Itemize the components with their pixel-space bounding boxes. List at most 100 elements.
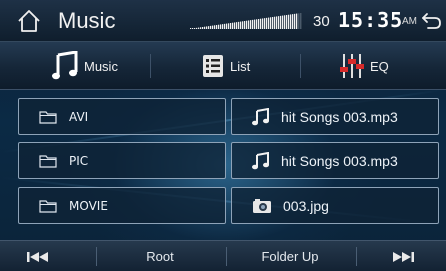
bar-divider — [356, 247, 357, 266]
volume-tick — [292, 14, 294, 29]
next-icon — [393, 251, 414, 262]
folder-icon — [39, 110, 57, 124]
volume-tick — [274, 16, 276, 29]
list-icon — [203, 55, 223, 77]
volume-tick — [224, 23, 226, 29]
volume-level-bar — [190, 13, 302, 29]
status-header: Music 30 15:35 AM — [0, 0, 446, 42]
file-item[interactable]: hit Songs 003.mp3 — [231, 142, 439, 179]
volume-tick — [214, 25, 216, 29]
volume-tick — [212, 25, 214, 29]
volume-tick — [296, 13, 298, 29]
volume-tick — [200, 27, 202, 29]
volume-tick — [258, 19, 260, 29]
folder-icon — [39, 154, 57, 168]
volume-tick — [216, 25, 218, 29]
volume-tick — [298, 13, 300, 29]
volume-tick — [220, 24, 222, 29]
volume-tick — [210, 25, 212, 29]
volume-tick — [254, 19, 256, 29]
volume-tick — [262, 18, 264, 29]
volume-tick — [270, 17, 272, 29]
tab-eq[interactable]: EQ — [340, 42, 389, 90]
bar-divider — [226, 247, 227, 266]
volume-tick — [208, 26, 210, 29]
folder-icon — [39, 199, 57, 213]
clock-time: 15:35 — [338, 8, 404, 32]
volume-tick — [276, 16, 278, 29]
volume-tick — [222, 24, 224, 29]
volume-tick — [192, 28, 194, 29]
back-arrow-icon — [422, 13, 441, 29]
volume-tick — [244, 21, 246, 29]
music-browser-screen: Music 30 15:35 AM Music List EQ AVI PIC … — [0, 0, 446, 271]
volume-tick — [218, 24, 220, 29]
volume-tick — [280, 15, 282, 29]
volume-tick — [256, 19, 258, 29]
volume-tick — [234, 22, 236, 29]
file-name: 003.jpg — [283, 197, 329, 214]
volume-tick — [264, 18, 266, 29]
folder-item-movie[interactable]: MOVIE — [18, 187, 226, 224]
volume-tick — [204, 26, 206, 29]
volume-tick — [226, 23, 228, 29]
root-label: Root — [146, 249, 174, 264]
home-button[interactable] — [16, 8, 42, 34]
volume-tick — [286, 15, 288, 29]
volume-tick — [282, 15, 284, 29]
photo-file-icon — [253, 198, 271, 213]
folder-name: AVI — [69, 109, 89, 124]
volume-tick — [236, 22, 238, 29]
folder-up-button[interactable]: Folder Up — [230, 241, 350, 271]
volume-tick — [248, 20, 250, 29]
tab-music[interactable]: Music — [52, 42, 118, 90]
page-title: Music — [58, 8, 116, 33]
bottom-control-bar: Root Folder Up — [0, 240, 446, 271]
volume-tick — [246, 20, 248, 29]
volume-tick — [250, 20, 252, 29]
volume-value: 30 — [313, 13, 330, 30]
volume-tick — [278, 16, 280, 29]
folder-up-label: Folder Up — [261, 249, 319, 264]
back-button[interactable] — [420, 10, 442, 32]
tab-divider — [150, 54, 151, 78]
tab-list-label: List — [230, 58, 251, 74]
tab-divider — [300, 54, 301, 78]
previous-button[interactable] — [0, 241, 76, 271]
mode-tab-bar: Music List EQ — [0, 42, 446, 90]
root-button[interactable]: Root — [100, 241, 220, 271]
folder-item-avi[interactable]: AVI — [18, 98, 226, 135]
file-item[interactable]: hit Songs 003.mp3 — [231, 98, 439, 135]
volume-tick — [194, 28, 196, 29]
tab-eq-label: EQ — [370, 58, 389, 74]
home-icon — [18, 10, 40, 32]
file-name: hit Songs 003.mp3 — [281, 152, 398, 169]
volume-tick — [240, 21, 242, 29]
music-file-icon — [252, 107, 269, 125]
volume-tick — [268, 17, 270, 29]
file-item[interactable]: 003.jpg — [231, 187, 439, 224]
volume-tick — [206, 26, 208, 29]
volume-tick — [288, 14, 290, 29]
volume-tick — [252, 19, 254, 29]
folder-name: MOVIE — [69, 198, 108, 213]
volume-tick — [198, 27, 200, 29]
folder-item-pic[interactable]: PIC — [18, 142, 226, 179]
music-note-icon — [52, 51, 78, 80]
next-button[interactable] — [360, 241, 446, 271]
bar-divider — [96, 247, 97, 266]
volume-tick — [272, 17, 274, 29]
volume-tick — [202, 27, 204, 29]
volume-tick — [242, 21, 244, 29]
volume-tick — [238, 21, 240, 29]
volume-tick — [196, 27, 198, 29]
volume-tick — [230, 23, 232, 29]
folder-name: PIC — [69, 153, 89, 168]
equalizer-icon — [340, 54, 364, 78]
volume-tick — [190, 28, 192, 29]
file-name: hit Songs 003.mp3 — [281, 108, 398, 125]
previous-icon — [27, 251, 48, 262]
tab-list[interactable]: List — [202, 42, 250, 90]
volume-tick — [300, 13, 302, 29]
volume-tick — [228, 23, 230, 29]
